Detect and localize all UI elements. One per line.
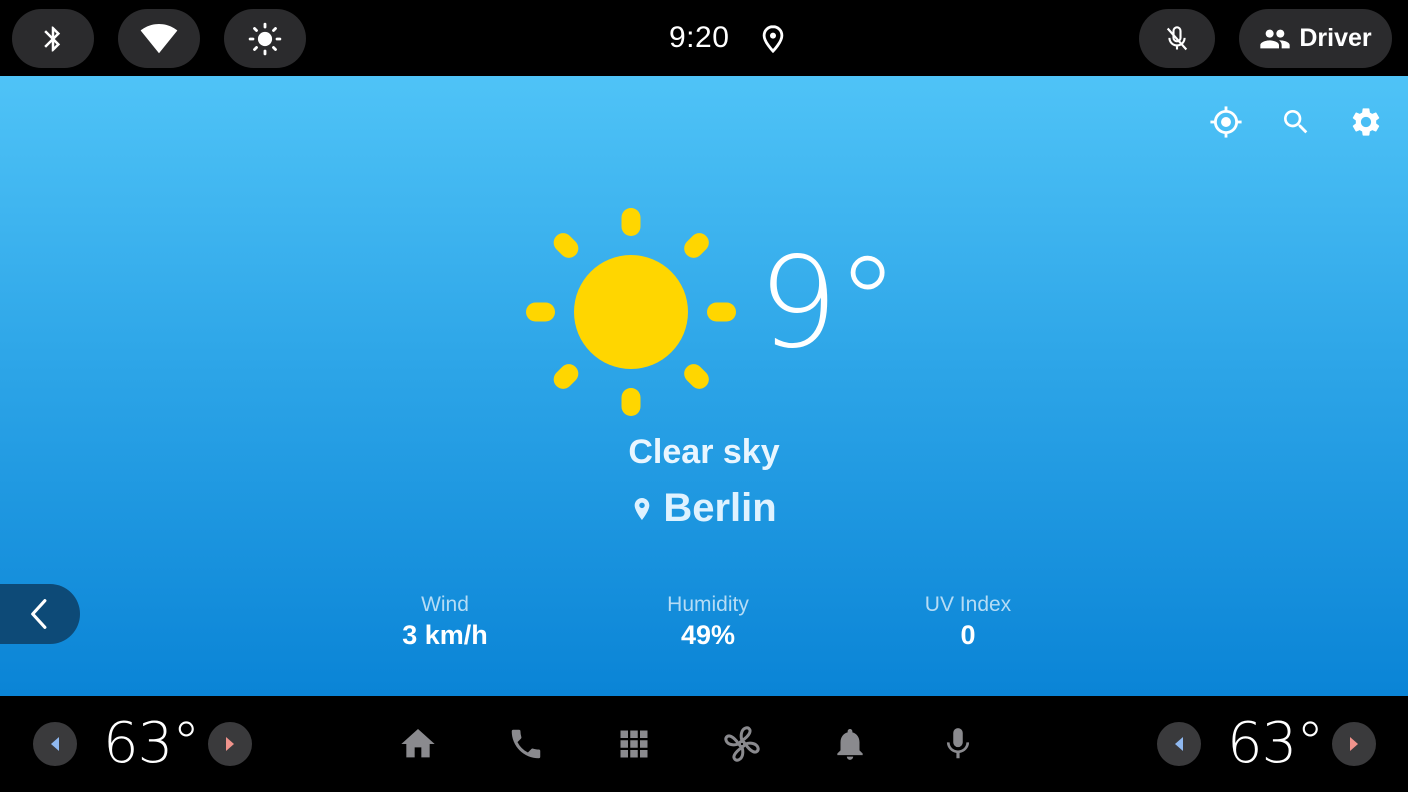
city-row: Berlin [0, 486, 1408, 531]
metric-value: 49% [680, 620, 736, 650]
metric-uv-index: UV Index 0 [868, 592, 1068, 652]
profile-label: Driver [1299, 24, 1372, 52]
weather-actions [1208, 104, 1384, 140]
arrow-right-icon [1350, 737, 1358, 751]
home-icon [401, 729, 435, 758]
apps-button[interactable] [614, 724, 654, 764]
search-button[interactable] [1278, 104, 1314, 140]
brightness-icon [248, 22, 282, 55]
wifi-button[interactable] [118, 9, 200, 68]
navigation-bar: 63° 63° [0, 696, 1408, 792]
my-location-button[interactable] [1208, 104, 1244, 140]
settings-icon [1352, 108, 1380, 136]
left-temp-decrease-button[interactable] [33, 722, 77, 766]
bluetooth-icon [44, 26, 61, 51]
voice-assistant-button[interactable] [938, 724, 978, 764]
status-bar: 9:20 Driver [0, 0, 1408, 76]
mic-off-icon [1166, 25, 1188, 50]
metric-wind: Wind 3 km/h [345, 592, 545, 652]
arrow-left-icon [51, 737, 59, 751]
weather-condition: Clear sky [628, 433, 780, 471]
notifications-button[interactable] [830, 724, 870, 764]
settings-button[interactable] [1348, 104, 1384, 140]
people-icon [1260, 29, 1291, 48]
arrow-left-icon [1175, 737, 1183, 751]
profile-button[interactable]: Driver [1239, 9, 1392, 68]
location-pin-icon [634, 497, 650, 520]
phone-icon [511, 729, 541, 759]
clock: 9:20 [669, 21, 730, 54]
location-icon [760, 24, 786, 59]
wifi-icon [140, 23, 178, 53]
bluetooth-button[interactable] [12, 9, 94, 68]
right-temp-decrease-button[interactable] [1157, 722, 1201, 766]
brightness-button[interactable] [224, 9, 306, 68]
home-button[interactable] [398, 724, 438, 764]
my-location-icon [1210, 106, 1242, 138]
weather-panel: 9° Clear sky Berlin Wind 3 km/h Humidity… [0, 76, 1408, 696]
metric-humidity: Humidity 49% [608, 592, 808, 652]
fan-icon [724, 726, 760, 762]
metric-value: 3 km/h [402, 620, 488, 650]
sun-icon [526, 208, 736, 416]
climate-button[interactable] [722, 724, 762, 764]
search-icon [1284, 110, 1308, 134]
phone-button[interactable] [506, 724, 546, 764]
chevron-left-icon [31, 599, 47, 629]
notifications-icon [837, 728, 863, 760]
microphone-icon [946, 728, 970, 759]
metric-value: 0 [960, 620, 976, 650]
right-temp-increase-button[interactable] [1332, 722, 1376, 766]
city-name: Berlin [663, 486, 777, 530]
left-temperature[interactable]: 63° [103, 714, 200, 774]
apps-grid-icon [620, 730, 648, 758]
back-button[interactable] [0, 584, 80, 644]
metric-label: UV Index [924, 593, 1012, 616]
metric-label: Wind [421, 593, 469, 616]
arrow-right-icon [226, 737, 234, 751]
left-temp-increase-button[interactable] [208, 722, 252, 766]
mic-mute-button[interactable] [1139, 9, 1215, 68]
current-temperature: 9° [758, 229, 899, 376]
metric-label: Humidity [667, 593, 749, 616]
right-temperature[interactable]: 63° [1227, 714, 1324, 774]
